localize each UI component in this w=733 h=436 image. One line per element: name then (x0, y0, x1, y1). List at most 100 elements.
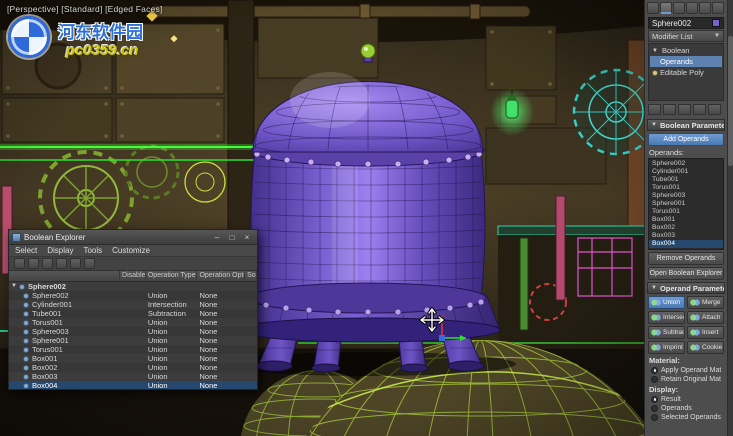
operand-item[interactable]: Box001 (649, 216, 723, 224)
solo-cell[interactable] (245, 300, 257, 309)
operation-option-cell[interactable]: None (197, 381, 245, 389)
stack-item-editable-poly[interactable]: Editable Poly (650, 67, 722, 78)
operation-option-cell[interactable]: None (197, 327, 245, 336)
column-name[interactable] (9, 271, 120, 281)
maximize-button[interactable]: □ (225, 231, 239, 243)
expand-arrow-icon[interactable]: ▼ (11, 282, 17, 291)
merge-button[interactable]: Merge (687, 296, 724, 309)
modifier-list-dropdown[interactable]: Modifier List ▼ (648, 30, 724, 42)
disable-cell[interactable] (120, 336, 146, 345)
column-operation-option[interactable]: Operation Option (197, 271, 245, 281)
add-operands-button[interactable]: Add Operands (648, 133, 724, 146)
disable-cell[interactable] (120, 300, 146, 309)
scrollbar-thumb[interactable] (728, 36, 733, 166)
panel-scrollbar[interactable] (727, 0, 733, 436)
remove-operands-button[interactable]: Remove Operands (648, 252, 724, 265)
open-boolean-explorer-button[interactable]: Open Boolean Explorer (648, 267, 724, 280)
motion-tab-icon[interactable] (686, 2, 698, 14)
menu-customize[interactable]: Customize (107, 245, 155, 256)
filter-icon[interactable] (42, 258, 53, 269)
table-row[interactable]: Sphere002 Union None (9, 291, 257, 300)
solo-cell[interactable] (245, 318, 257, 327)
make-unique-icon[interactable] (678, 104, 691, 115)
table-row[interactable]: Torus001 Union None (9, 345, 257, 354)
operation-type-cell[interactable]: Union (146, 354, 198, 363)
minimize-button[interactable]: – (210, 231, 224, 243)
solo-cell[interactable] (245, 291, 257, 300)
table-row[interactable]: ▼Sphere002 (9, 282, 257, 291)
operand-item[interactable]: Torus001 (649, 208, 723, 216)
column-disable[interactable]: Disable (120, 271, 146, 281)
operation-type-cell[interactable]: Union (146, 381, 198, 389)
solo-cell[interactable] (245, 336, 257, 345)
imprint-button[interactable]: Imprint (648, 341, 685, 354)
operation-type-cell[interactable]: Subtraction (146, 309, 198, 318)
display-tab-icon[interactable] (699, 2, 711, 14)
sync-selection-icon[interactable] (28, 258, 39, 269)
display-operands-radio[interactable]: Operands (651, 404, 721, 412)
menu-select[interactable]: Select (10, 245, 42, 256)
operand-item-selected[interactable]: Box004 (649, 240, 723, 248)
solo-cell[interactable] (245, 309, 257, 318)
stack-item-boolean[interactable]: ▼ Boolean (650, 45, 722, 56)
insert-button[interactable]: Insert (687, 326, 724, 339)
operation-type-cell[interactable]: Union (146, 291, 198, 300)
modify-tab-icon[interactable] (660, 2, 672, 14)
operation-option-cell[interactable]: None (197, 336, 245, 345)
display-result-radio[interactable]: Result (651, 395, 721, 403)
table-row[interactable]: Cylinder001 Intersection None (9, 300, 257, 309)
disable-cell[interactable] (120, 327, 146, 336)
object-color-swatch[interactable] (712, 19, 720, 27)
lock-cell-editing-icon[interactable] (14, 258, 25, 269)
menu-tools[interactable]: Tools (78, 245, 107, 256)
operand-parameters-rollout[interactable]: ▼ Operand Parameters (647, 282, 725, 294)
operation-option-cell[interactable]: None (197, 300, 245, 309)
operand-item[interactable]: Cylinder001 (649, 168, 723, 176)
object-name-field[interactable]: Sphere002 (648, 17, 724, 29)
show-end-result-icon[interactable] (663, 104, 676, 115)
operation-type-cell[interactable]: Union (146, 372, 198, 381)
operation-type-cell[interactable]: Union (146, 363, 198, 372)
utilities-tab-icon[interactable] (712, 2, 724, 14)
disable-cell[interactable] (120, 318, 146, 327)
disable-cell[interactable] (120, 345, 146, 354)
expand-arrow-icon[interactable]: ▼ (652, 48, 658, 54)
column-solo[interactable]: Solo (245, 271, 257, 281)
boolean-parameters-rollout[interactable]: ▼ Boolean Parameters (647, 119, 725, 131)
operation-option-cell[interactable]: None (197, 291, 245, 300)
solo-cell[interactable] (245, 345, 257, 354)
operation-option-cell[interactable]: None (197, 345, 245, 354)
subtract-button[interactable]: Subtract (648, 326, 685, 339)
expand-all-icon[interactable] (70, 258, 81, 269)
operation-option-cell[interactable]: None (197, 363, 245, 372)
operation-option-cell[interactable]: None (197, 354, 245, 363)
operation-type-cell[interactable]: Union (146, 327, 198, 336)
operand-item[interactable]: Torus001 (649, 184, 723, 192)
retain-original-material-radio[interactable]: Retain Original Material (651, 375, 721, 383)
disable-cell[interactable] (120, 381, 146, 389)
collapse-all-icon[interactable] (56, 258, 67, 269)
table-row-selected[interactable]: Box004 Union None (9, 381, 257, 389)
operation-option-cell[interactable]: None (197, 372, 245, 381)
configure-modifier-sets-icon[interactable] (708, 104, 721, 115)
boolean-explorer-titlebar[interactable]: Boolean Explorer – □ × (9, 230, 257, 245)
column-operation-type[interactable]: Operation Type (146, 271, 198, 281)
union-button[interactable]: Union (648, 296, 685, 309)
operation-type-cell[interactable]: Union (146, 336, 198, 345)
search-icon[interactable] (84, 258, 95, 269)
viewport-label[interactable]: [Perspective] [Standard] [Edged Faces] (7, 4, 163, 14)
solo-cell[interactable] (245, 372, 257, 381)
remove-modifier-icon[interactable] (693, 104, 706, 115)
disable-cell[interactable] (120, 291, 146, 300)
operation-type-cell[interactable]: Union (146, 318, 198, 327)
create-tab-icon[interactable] (647, 2, 659, 14)
close-button[interactable]: × (240, 231, 254, 243)
disable-cell[interactable] (120, 363, 146, 372)
operand-item[interactable]: Box003 (649, 232, 723, 240)
solo-cell[interactable] (245, 381, 257, 389)
table-row[interactable]: Sphere001 Union None (9, 336, 257, 345)
solo-cell[interactable] (245, 363, 257, 372)
operand-item[interactable]: Sphere001 (649, 200, 723, 208)
menu-display[interactable]: Display (42, 245, 78, 256)
operand-item[interactable]: Tube001 (649, 176, 723, 184)
